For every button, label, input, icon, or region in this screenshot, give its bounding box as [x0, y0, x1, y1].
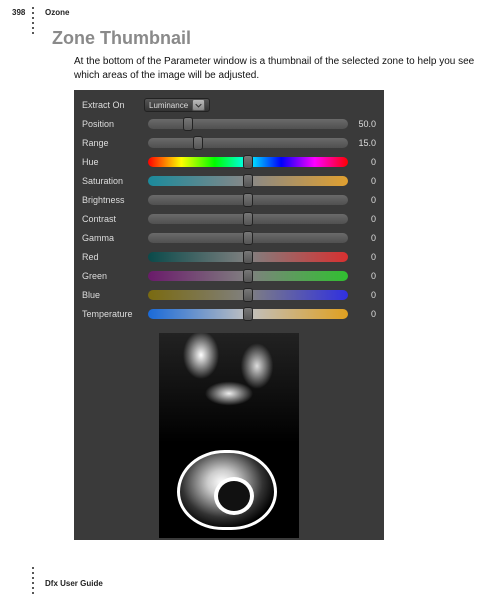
- slider-value: 0: [352, 271, 376, 281]
- slider-value: 0: [352, 157, 376, 167]
- slider-thumb[interactable]: [193, 136, 203, 150]
- slider-thumb[interactable]: [243, 193, 253, 207]
- zone-thumbnail-wrap: [82, 333, 376, 538]
- decorative-dots-top: [32, 7, 34, 34]
- extract-on-row: Extract On Luminance: [82, 96, 376, 114]
- slider-value: 0: [352, 309, 376, 319]
- slider-value: 0: [352, 290, 376, 300]
- slider-track-red[interactable]: [148, 252, 348, 262]
- slider-row-position: Position 50.0: [82, 115, 376, 133]
- slider-value: 15.0: [352, 138, 376, 148]
- page-title: Zone Thumbnail: [52, 28, 191, 49]
- slider-value: 50.0: [352, 119, 376, 129]
- slider-thumb[interactable]: [243, 231, 253, 245]
- slider-row-range: Range 15.0: [82, 134, 376, 152]
- extract-on-value: Luminance: [149, 101, 188, 110]
- footer-guide-label: Dfx User Guide: [45, 579, 103, 588]
- slider-label: Range: [82, 138, 144, 148]
- slider-track-position[interactable]: [148, 119, 348, 129]
- slider-label: Contrast: [82, 214, 144, 224]
- slider-track-saturation[interactable]: [148, 176, 348, 186]
- slider-thumb[interactable]: [243, 269, 253, 283]
- slider-thumb[interactable]: [243, 288, 253, 302]
- slider-track-temperature[interactable]: [148, 309, 348, 319]
- slider-thumb[interactable]: [243, 174, 253, 188]
- slider-label: Position: [82, 119, 144, 129]
- slider-value: 0: [352, 195, 376, 205]
- slider-thumb[interactable]: [243, 250, 253, 264]
- slider-label: Temperature: [82, 309, 144, 319]
- slider-value: 0: [352, 176, 376, 186]
- slider-row-hue: Hue 0: [82, 153, 376, 171]
- slider-thumb[interactable]: [183, 117, 193, 131]
- slider-thumb[interactable]: [243, 212, 253, 226]
- decorative-dots-bottom: [32, 567, 34, 594]
- slider-label: Saturation: [82, 176, 144, 186]
- section-label: Ozone: [45, 8, 69, 17]
- slider-thumb[interactable]: [243, 307, 253, 321]
- slider-row-red: Red 0: [82, 248, 376, 266]
- slider-track-contrast[interactable]: [148, 214, 348, 224]
- slider-label: Red: [82, 252, 144, 262]
- slider-value: 0: [352, 252, 376, 262]
- slider-label: Blue: [82, 290, 144, 300]
- body-paragraph: At the bottom of the Parameter window is…: [74, 55, 476, 83]
- slider-track-gamma[interactable]: [148, 233, 348, 243]
- slider-row-saturation: Saturation 0: [82, 172, 376, 190]
- extract-on-label: Extract On: [82, 100, 144, 110]
- page-number: 398: [12, 8, 25, 17]
- slider-track-green[interactable]: [148, 271, 348, 281]
- parameter-panel: Extract On Luminance Position 50.0 Range 15…: [74, 90, 384, 540]
- slider-label: Green: [82, 271, 144, 281]
- slider-track-blue[interactable]: [148, 290, 348, 300]
- slider-row-gamma: Gamma 0: [82, 229, 376, 247]
- slider-track-range[interactable]: [148, 138, 348, 148]
- slider-value: 0: [352, 214, 376, 224]
- slider-thumb[interactable]: [243, 155, 253, 169]
- slider-track-brightness[interactable]: [148, 195, 348, 205]
- slider-row-blue: Blue 0: [82, 286, 376, 304]
- slider-label: Hue: [82, 157, 144, 167]
- slider-row-contrast: Contrast 0: [82, 210, 376, 228]
- slider-label: Gamma: [82, 233, 144, 243]
- slider-track-hue[interactable]: [148, 157, 348, 167]
- extract-on-dropdown[interactable]: Luminance: [144, 98, 210, 112]
- slider-value: 0: [352, 233, 376, 243]
- slider-label: Brightness: [82, 195, 144, 205]
- chevron-down-icon[interactable]: [192, 99, 205, 111]
- slider-row-brightness: Brightness 0: [82, 191, 376, 209]
- slider-row-temperature: Temperature 0: [82, 305, 376, 323]
- zone-thumbnail-image: [159, 333, 299, 538]
- slider-row-green: Green 0: [82, 267, 376, 285]
